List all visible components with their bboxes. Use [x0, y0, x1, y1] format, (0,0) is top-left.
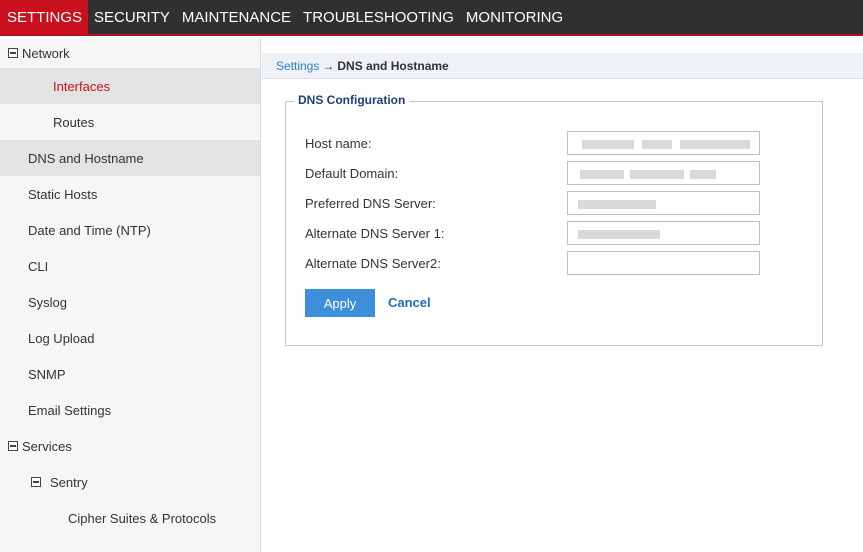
breadcrumb: Settings → DNS and Hostname	[262, 53, 863, 79]
redacted-text	[680, 140, 750, 149]
cancel-button[interactable]: Cancel	[388, 295, 431, 310]
sidebar-item-interfaces[interactable]: Interfaces	[0, 68, 260, 104]
sidebar-item-syslog[interactable]: Syslog	[0, 284, 260, 320]
sidebar-group-label: Network	[22, 45, 70, 61]
tab-monitoring[interactable]: MONITORING	[460, 0, 569, 34]
host-name-label: Host name:	[305, 135, 372, 151]
default-domain-input[interactable]	[567, 161, 760, 185]
sidebar-item-static-hosts[interactable]: Static Hosts	[0, 176, 260, 212]
collapse-icon[interactable]	[8, 48, 18, 58]
redacted-text	[578, 230, 660, 239]
alternate-dns2-input[interactable]	[567, 251, 760, 275]
sidebar-item-dns-hostname[interactable]: DNS and Hostname	[0, 140, 260, 176]
sidebar-group-label: Sentry	[50, 474, 88, 490]
redacted-text	[578, 200, 656, 209]
alternate-dns1-label: Alternate DNS Server 1:	[305, 225, 445, 241]
tab-security[interactable]: SECURITY	[88, 0, 176, 34]
alternate-dns1-input[interactable]	[567, 221, 760, 245]
sidebar-item-cli[interactable]: CLI	[0, 248, 260, 284]
sidebar-item-routes[interactable]: Routes	[0, 104, 260, 140]
tab-maintenance[interactable]: MAINTENANCE	[176, 0, 297, 34]
sidebar-item-log-upload[interactable]: Log Upload	[0, 320, 260, 356]
sidebar-group-services[interactable]: Services	[0, 428, 260, 464]
alternate-dns2-label: Alternate DNS Server2:	[305, 255, 441, 271]
sidebar-item-snmp[interactable]: SNMP	[0, 356, 260, 392]
preferred-dns-label: Preferred DNS Server:	[305, 195, 436, 211]
sidebar-group-network[interactable]: Network	[0, 38, 260, 68]
redacted-text	[630, 170, 684, 179]
collapse-icon[interactable]	[8, 441, 18, 451]
breadcrumb-settings-link[interactable]: Settings	[276, 59, 319, 73]
sidebar-item-cipher-suites[interactable]: Cipher Suites & Protocols	[0, 500, 260, 536]
default-domain-label: Default Domain:	[305, 165, 399, 181]
redacted-text	[582, 140, 634, 149]
top-nav: SETTINGS SECURITY MAINTENANCE TROUBLESHO…	[0, 0, 863, 36]
collapse-icon[interactable]	[31, 477, 41, 487]
panel-title: DNS Configuration	[294, 93, 410, 107]
sidebar-item-email-settings[interactable]: Email Settings	[0, 392, 260, 428]
sidebar: Network Interfaces Routes DNS and Hostna…	[0, 38, 261, 552]
tab-troubleshooting[interactable]: TROUBLESHOOTING	[297, 0, 460, 34]
alternate-dns2-row: Alternate DNS Server2:	[305, 251, 760, 275]
breadcrumb-current: DNS and Hostname	[337, 58, 449, 73]
preferred-dns-input[interactable]	[567, 191, 760, 215]
sidebar-group-sentry[interactable]: Sentry	[0, 464, 260, 500]
sidebar-item-date-time[interactable]: Date and Time (NTP)	[0, 212, 260, 248]
redacted-text	[690, 170, 716, 179]
redacted-text	[642, 140, 672, 149]
preferred-dns-row: Preferred DNS Server:	[305, 191, 760, 215]
apply-button[interactable]: Apply	[305, 289, 375, 317]
host-name-input[interactable]	[567, 131, 760, 155]
sidebar-group-label: Services	[22, 438, 72, 454]
breadcrumb-separator: →	[322, 58, 335, 73]
host-name-row: Host name:	[305, 131, 760, 155]
default-domain-row: Default Domain:	[305, 161, 760, 185]
alternate-dns1-row: Alternate DNS Server 1:	[305, 221, 760, 245]
redacted-text	[580, 170, 624, 179]
tab-settings[interactable]: SETTINGS	[0, 0, 89, 34]
